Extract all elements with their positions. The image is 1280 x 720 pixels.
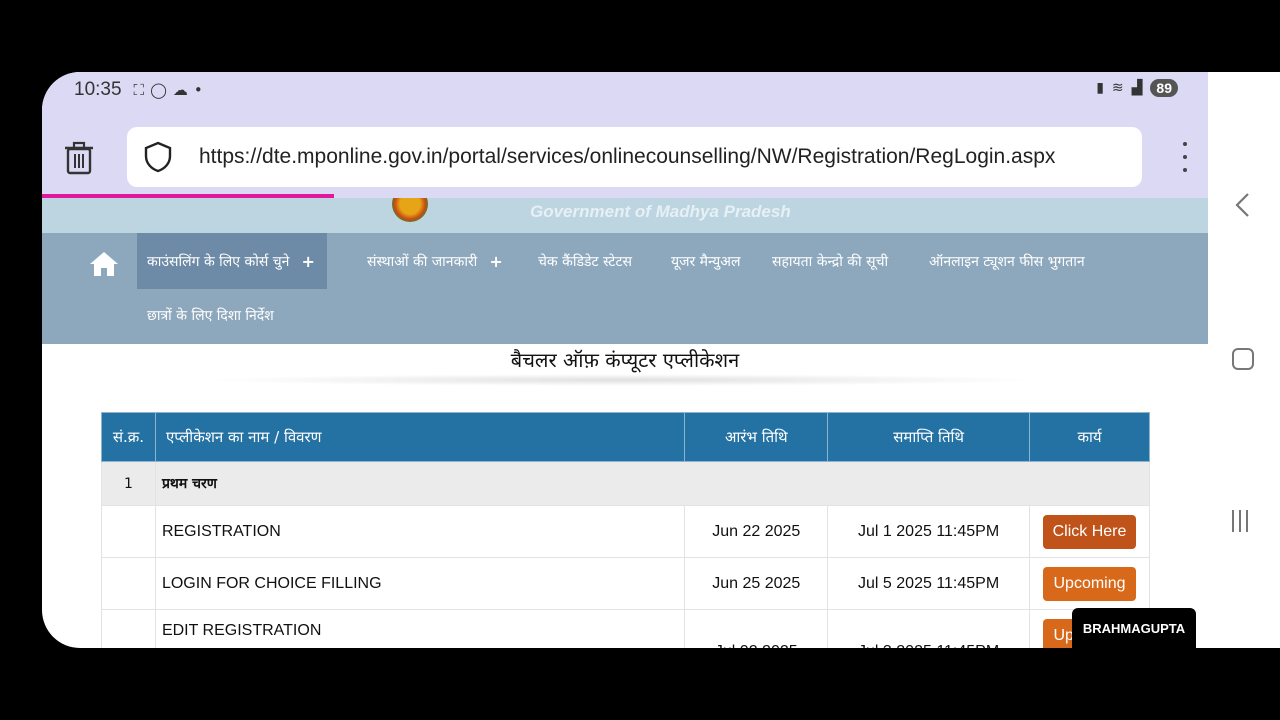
phase-label: प्रथम चरण (154, 461, 1151, 506)
start-date: Jun 25 2025 (684, 557, 829, 610)
action-cell: Click Here (1029, 505, 1150, 558)
table-row: LOGIN FOR CHOICE FILLING Jun 25 2025 Jul… (101, 557, 1150, 610)
clock: 10:35 (74, 79, 122, 100)
trash-icon[interactable] (64, 141, 94, 175)
col-name: एप्लीकेशन का नाम / विवरण (154, 412, 686, 462)
table-row: REGISTRATION Jun 22 2025 Jul 1 2025 11:4… (101, 505, 1150, 558)
signal-icon: ▟ (1131, 80, 1143, 96)
click-here-button[interactable]: Click Here (1042, 514, 1137, 549)
nav-label: काउंसलिंग के लिए कोर्स चुने (147, 253, 290, 270)
battery-indicator: 89 (1150, 79, 1178, 97)
home-icon[interactable] (89, 251, 119, 277)
end-date: Jul 5 2025 11:45PM (827, 557, 1030, 610)
start-date: Jul 02 2025 (684, 609, 829, 648)
serial-cell (101, 505, 156, 558)
plus-icon: + (301, 251, 315, 271)
phase-row: 1 प्रथम चरण (101, 461, 1151, 506)
action-cell: Upcoming (1029, 557, 1150, 610)
more-menu-icon[interactable] (1180, 142, 1190, 172)
back-icon[interactable] (1234, 192, 1250, 218)
screenshot-icon: ⛶ (133, 81, 145, 99)
end-date: Jul 1 2025 11:45PM (827, 505, 1030, 558)
app-name: EDIT REGISTRATION (154, 609, 686, 648)
end-date: Jul 3 2025 11:45PM (827, 609, 1030, 648)
col-action: कार्य (1029, 412, 1150, 462)
channel-watermark: BRAHMAGUPTA (1072, 608, 1196, 648)
url-text[interactable]: https://dte.mponline.gov.in/portal/servi… (199, 145, 1055, 169)
main-navbar: काउंसलिंग के लिए कोर्स चुने + संस्थाओं क… (42, 233, 1208, 344)
serial-cell (101, 557, 156, 610)
serial-cell (101, 609, 156, 648)
sim-icon: ▮ (1096, 80, 1104, 96)
url-bar[interactable]: https://dte.mponline.gov.in/portal/servi… (127, 127, 1142, 187)
col-start: आरंभ तिथि (684, 412, 829, 462)
nav-student-guidelines[interactable]: छात्रों के लिए दिशा निर्देश (147, 289, 274, 341)
home-button-icon[interactable] (1232, 348, 1254, 370)
schedule-table: सं.क्र. एप्लीकेशन का नाम / विवरण आरंभ ति… (101, 412, 1151, 648)
col-serial: सं.क्र. (101, 412, 156, 462)
whatsapp-icon: ◯ (150, 81, 167, 99)
heading-divider (202, 374, 1042, 386)
nav-tuition-fee[interactable]: ऑनलाइन ट्यूशन फीस भुगतान (929, 233, 1085, 289)
table-row: EDIT REGISTRATION Jul 02 2025 Jul 3 2025… (101, 609, 1150, 648)
mp-emblem-logo (392, 198, 428, 222)
nav-institutes[interactable]: संस्थाओं की जानकारी + (367, 233, 503, 289)
phase-number: 1 (101, 461, 156, 506)
site-banner: Government of Madhya Pradesh (42, 198, 1208, 233)
status-bar: 10:35 ⛶ ◯ ☁ • ▮ ≋ ▟ 89 https://dte.mponl… (42, 72, 1208, 199)
table-header-row: सं.क्र. एप्लीकेशन का नाम / विवरण आरंभ ति… (101, 412, 1150, 462)
banner-text: Government of Madhya Pradesh (530, 202, 791, 221)
wifi-icon: ≋ (1111, 80, 1124, 96)
col-end: समाप्ति तिथि (827, 412, 1030, 462)
phone-screen: 10:35 ⛶ ◯ ☁ • ▮ ≋ ▟ 89 https://dte.mponl… (42, 72, 1208, 648)
cloud-icon: ☁ (172, 81, 188, 99)
plus-icon: + (489, 251, 503, 271)
upcoming-button[interactable]: Upcoming (1043, 566, 1136, 601)
nav-check-status[interactable]: चेक कैंडिडेट स्टेटस (538, 233, 632, 289)
nav-choose-course[interactable]: काउंसलिंग के लिए कोर्स चुने + (137, 233, 327, 289)
nav-user-manual[interactable]: यूजर मैन्युअल (671, 233, 741, 289)
start-date: Jun 22 2025 (684, 505, 829, 558)
dot-icon: • (193, 81, 203, 99)
app-name: LOGIN FOR CHOICE FILLING (154, 557, 686, 610)
nav-label: संस्थाओं की जानकारी (367, 253, 478, 270)
android-nav-bar (1208, 72, 1280, 648)
app-name: REGISTRATION (154, 505, 686, 558)
shield-icon[interactable] (143, 141, 173, 173)
recent-apps-icon[interactable] (1232, 510, 1248, 532)
nav-help-centers[interactable]: सहायता केन्द्रो की सूची (772, 233, 888, 289)
